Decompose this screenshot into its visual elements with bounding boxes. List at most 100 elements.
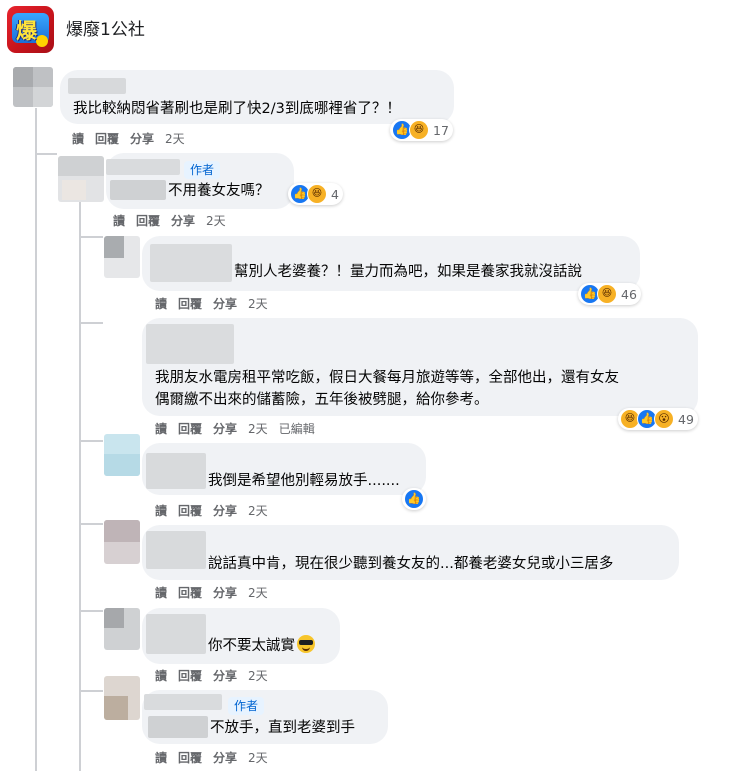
avatar[interactable] <box>104 520 140 564</box>
comment-actions: 讀回覆 分享 2天 <box>155 502 279 520</box>
avatar-blur <box>13 67 33 87</box>
share-button[interactable]: 分享 <box>213 504 237 518</box>
comment-text: 我比較納悶省著刷也是刷了快2/3到底哪裡省了？！ <box>73 101 401 117</box>
thread-line-connector <box>79 523 103 525</box>
comment-bubble: 幫別人老婆養？！量力而為吧，如果是養家我就沒話說 <box>142 236 640 291</box>
avatar-blur <box>104 608 124 628</box>
reply-button[interactable]: 回覆 <box>178 669 202 683</box>
haha-icon: 😆 <box>409 120 429 140</box>
share-button[interactable]: 分享 <box>130 132 154 146</box>
thread-line-connector <box>79 440 103 442</box>
blurred-mention <box>148 716 208 738</box>
read-button[interactable]: 讀 <box>155 586 167 600</box>
share-button[interactable]: 分享 <box>213 586 237 600</box>
timestamp[interactable]: 2天 <box>248 669 268 683</box>
avatar-blur <box>104 520 140 542</box>
thread-line-connector <box>79 322 103 324</box>
reaction-count: 46 <box>621 286 637 302</box>
read-button[interactable]: 讀 <box>113 214 125 228</box>
read-button[interactable]: 讀 <box>155 504 167 518</box>
comment-text-line-1: 我朋友水電房租平常吃飯，假日大餐每月旅遊等等，全部他出，還有女友 <box>155 370 619 386</box>
comment-text-line-2: 偶爾繳不出來的儲蓄險，五年後被劈腿，給你參考。 <box>155 392 489 408</box>
timestamp[interactable]: 2天 <box>248 504 268 518</box>
avatar[interactable] <box>104 608 140 650</box>
read-button[interactable]: 讀 <box>72 132 84 146</box>
reaction-summary[interactable]: 👍 😆 17 <box>390 119 453 141</box>
comment-text: 說話真中肯，現在很少聽到養女友的...都養老婆女兒或小三居多 <box>208 556 614 572</box>
share-button[interactable]: 分享 <box>213 297 237 311</box>
avatar-blur <box>104 696 128 720</box>
thread-line-connector <box>79 610 103 612</box>
reply-button[interactable]: 回覆 <box>178 586 202 600</box>
blurred-username <box>146 614 206 654</box>
share-button[interactable]: 分享 <box>213 669 237 683</box>
read-button[interactable]: 讀 <box>155 422 167 436</box>
reaction-summary[interactable]: 👍 😆 4 <box>288 183 343 205</box>
timestamp[interactable]: 2天 <box>165 132 185 146</box>
comment-actions: 讀回覆 分享 2天 <box>155 749 279 767</box>
comment-actions: 讀回覆 分享 2天 <box>155 584 279 602</box>
avatar-blur <box>62 180 86 200</box>
group-name[interactable]: 爆廢1公社 <box>66 18 145 42</box>
blurred-username <box>106 159 180 175</box>
logo-sun <box>36 35 48 47</box>
comment-bubble: 我比較納悶省著刷也是刷了快2/3到底哪裡省了？！ <box>60 70 454 124</box>
comment-actions: 讀回覆 分享 2天 <box>155 667 279 685</box>
group-logo-icon[interactable]: 爆 <box>7 6 54 53</box>
timestamp[interactable]: 2天 <box>248 297 268 311</box>
blurred-username <box>146 324 234 364</box>
blurred-username <box>146 453 206 489</box>
timestamp[interactable]: 2天 <box>248 586 268 600</box>
reaction-count: 4 <box>331 186 339 202</box>
reply-button[interactable]: 回覆 <box>178 422 202 436</box>
haha-icon: 😆 <box>597 284 617 304</box>
avatar-blur <box>104 454 140 476</box>
avatar[interactable] <box>104 676 140 720</box>
comment-bubble: 我朋友水電房租平常吃飯，假日大餐每月旅遊等等，全部他出，還有女友 偶爾繳不出來的… <box>142 318 698 416</box>
read-button[interactable]: 讀 <box>155 669 167 683</box>
author-badge: 作者 <box>228 697 265 715</box>
thread-line-connector <box>79 236 103 238</box>
reaction-summary[interactable]: 👍 😆 46 <box>578 283 641 305</box>
thread-line-connector <box>35 153 57 155</box>
thread-line-connector <box>79 690 103 692</box>
blurred-username <box>68 78 126 94</box>
timestamp[interactable]: 2天 <box>248 422 268 436</box>
comment-text: 我倒是希望他別輕易放手....... <box>208 473 400 489</box>
avatar[interactable] <box>58 156 104 202</box>
reaction-summary[interactable]: 👍 <box>402 488 426 510</box>
blurred-username <box>144 694 222 710</box>
comment-bubble: 說話真中肯，現在很少聽到養女友的...都養老婆女兒或小三居多 <box>142 525 679 580</box>
avatar[interactable] <box>104 434 140 476</box>
read-button[interactable]: 讀 <box>155 297 167 311</box>
avatar[interactable] <box>13 67 53 107</box>
reply-button[interactable]: 回覆 <box>178 504 202 518</box>
comment-text-content: 你不要太誠實 <box>208 638 295 654</box>
read-button[interactable]: 讀 <box>155 751 167 765</box>
edited-label[interactable]: 已編輯 <box>279 422 315 436</box>
like-icon: 👍 <box>404 489 424 509</box>
reply-button[interactable]: 回覆 <box>178 297 202 311</box>
reply-button[interactable]: 回覆 <box>178 751 202 765</box>
reaction-summary[interactable]: 😆 👍 😮 49 <box>618 408 698 430</box>
avatar-blur <box>58 156 104 176</box>
blurred-username <box>146 531 206 569</box>
comment-actions: 讀回覆 分享 2天 <box>113 212 237 230</box>
logo-glyph: 爆 <box>16 19 37 43</box>
comment-bubble: 作者 不用養女友嗎？ <box>106 153 294 209</box>
avatar[interactable] <box>104 236 140 278</box>
comment-text: 你不要太誠實 <box>208 634 315 658</box>
timestamp[interactable]: 2天 <box>248 751 268 765</box>
reply-button[interactable]: 回覆 <box>95 132 119 146</box>
wow-icon: 😮 <box>654 409 674 429</box>
share-button[interactable]: 分享 <box>213 422 237 436</box>
share-button[interactable]: 分享 <box>171 214 195 228</box>
reaction-count: 17 <box>433 122 449 138</box>
share-button[interactable]: 分享 <box>213 751 237 765</box>
comment-text: 幫別人老婆養？！量力而為吧，如果是養家我就沒話說 <box>234 264 582 280</box>
timestamp[interactable]: 2天 <box>206 214 226 228</box>
comment-actions: 讀回覆 分享 2天 <box>72 130 196 148</box>
comment-actions: 讀回覆 分享 2天 <box>155 295 279 313</box>
reply-button[interactable]: 回覆 <box>136 214 160 228</box>
author-badge: 作者 <box>184 161 221 179</box>
